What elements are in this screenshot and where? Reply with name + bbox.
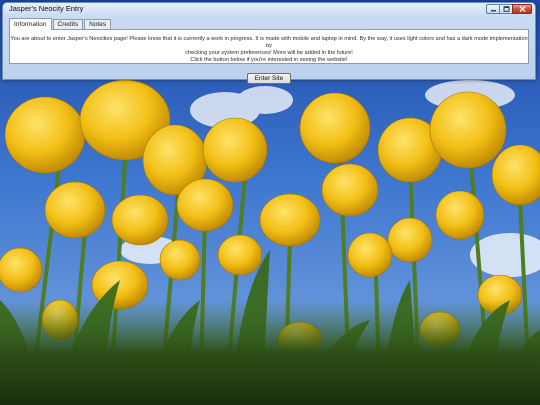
intro-line: checking your system preferences! More w… [185, 50, 353, 56]
close-button[interactable] [512, 4, 532, 14]
information-panel: You are about to enter Jasper's Neocitie… [9, 29, 529, 64]
enter-site-button[interactable]: Enter Site [246, 73, 292, 84]
intro-text: You are about to enter Jasper's Neocitie… [10, 30, 528, 64]
close-icon [519, 6, 525, 12]
intro-line: You are about to enter Jasper's Neocitie… [10, 36, 528, 49]
title-bar[interactable]: Jasper's Neocity Entry [3, 3, 535, 17]
minimize-icon [490, 10, 496, 12]
tab-credits[interactable]: Credits [52, 19, 84, 29]
tab-information[interactable]: Information [9, 18, 52, 30]
intro-line: Click the button below if you're interes… [190, 57, 348, 63]
app-window: Jasper's Neocity Entry Information Credi… [2, 2, 536, 84]
caption-buttons [486, 4, 532, 14]
minimize-button[interactable] [486, 4, 499, 14]
window-title: Jasper's Neocity Entry [9, 4, 84, 13]
tab-notes[interactable]: Notes [84, 19, 112, 29]
maximize-button[interactable] [499, 4, 512, 14]
button-row: Enter Site [3, 67, 535, 85]
tab-strip: Information Credits Notes [9, 18, 112, 30]
maximize-icon [503, 6, 509, 12]
